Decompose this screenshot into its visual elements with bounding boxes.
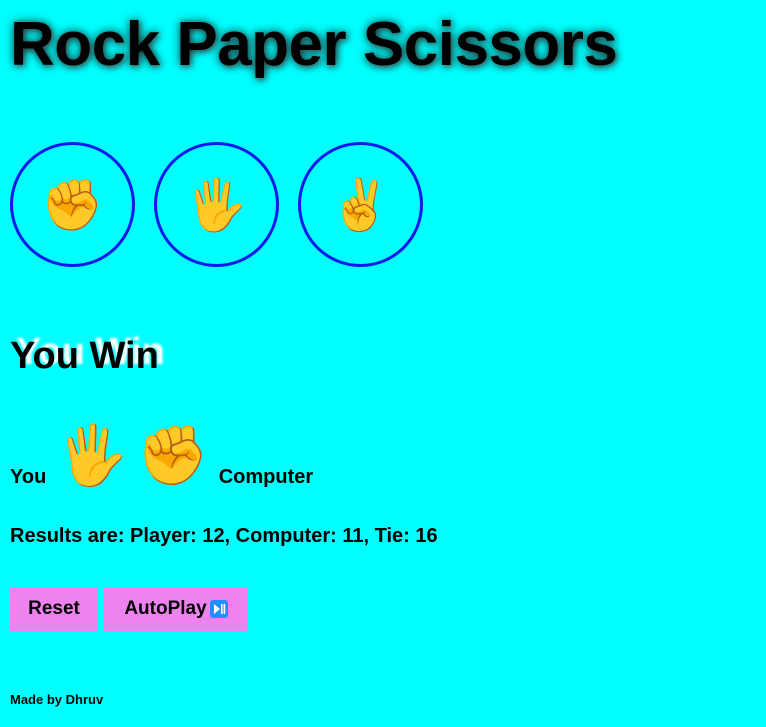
- reset-button[interactable]: Reset: [10, 587, 98, 631]
- scissors-button[interactable]: ✌: [298, 142, 423, 267]
- play-pause-icon: [209, 600, 228, 618]
- moves-display: You 🖐 ✊ Computer: [10, 412, 313, 492]
- computer-label: Computer: [218, 466, 314, 488]
- you-label: You: [10, 466, 47, 488]
- choice-buttons: ✊ 🖐 ✌: [10, 142, 423, 267]
- action-buttons: Reset AutoPlay: [10, 587, 248, 631]
- player-move-icon: 🖐: [56, 423, 129, 488]
- paper-icon: 🖐: [185, 176, 248, 233]
- reset-label: Reset: [28, 598, 80, 619]
- paper-button[interactable]: 🖐: [154, 142, 279, 267]
- result-text: You Win: [10, 335, 159, 377]
- autoplay-button[interactable]: AutoPlay: [104, 587, 248, 631]
- page-title: Rock Paper Scissors: [10, 10, 618, 79]
- rock-button[interactable]: ✊: [10, 142, 135, 267]
- footer-credit: Made by Dhruv: [10, 692, 104, 707]
- computer-move-icon: ✊: [136, 423, 209, 488]
- score-text: Results are: Player: 12, Computer: 11, T…: [10, 525, 438, 547]
- autoplay-label: AutoPlay: [124, 598, 207, 619]
- rock-icon: ✊: [41, 176, 104, 233]
- scissors-icon: ✌: [329, 176, 392, 233]
